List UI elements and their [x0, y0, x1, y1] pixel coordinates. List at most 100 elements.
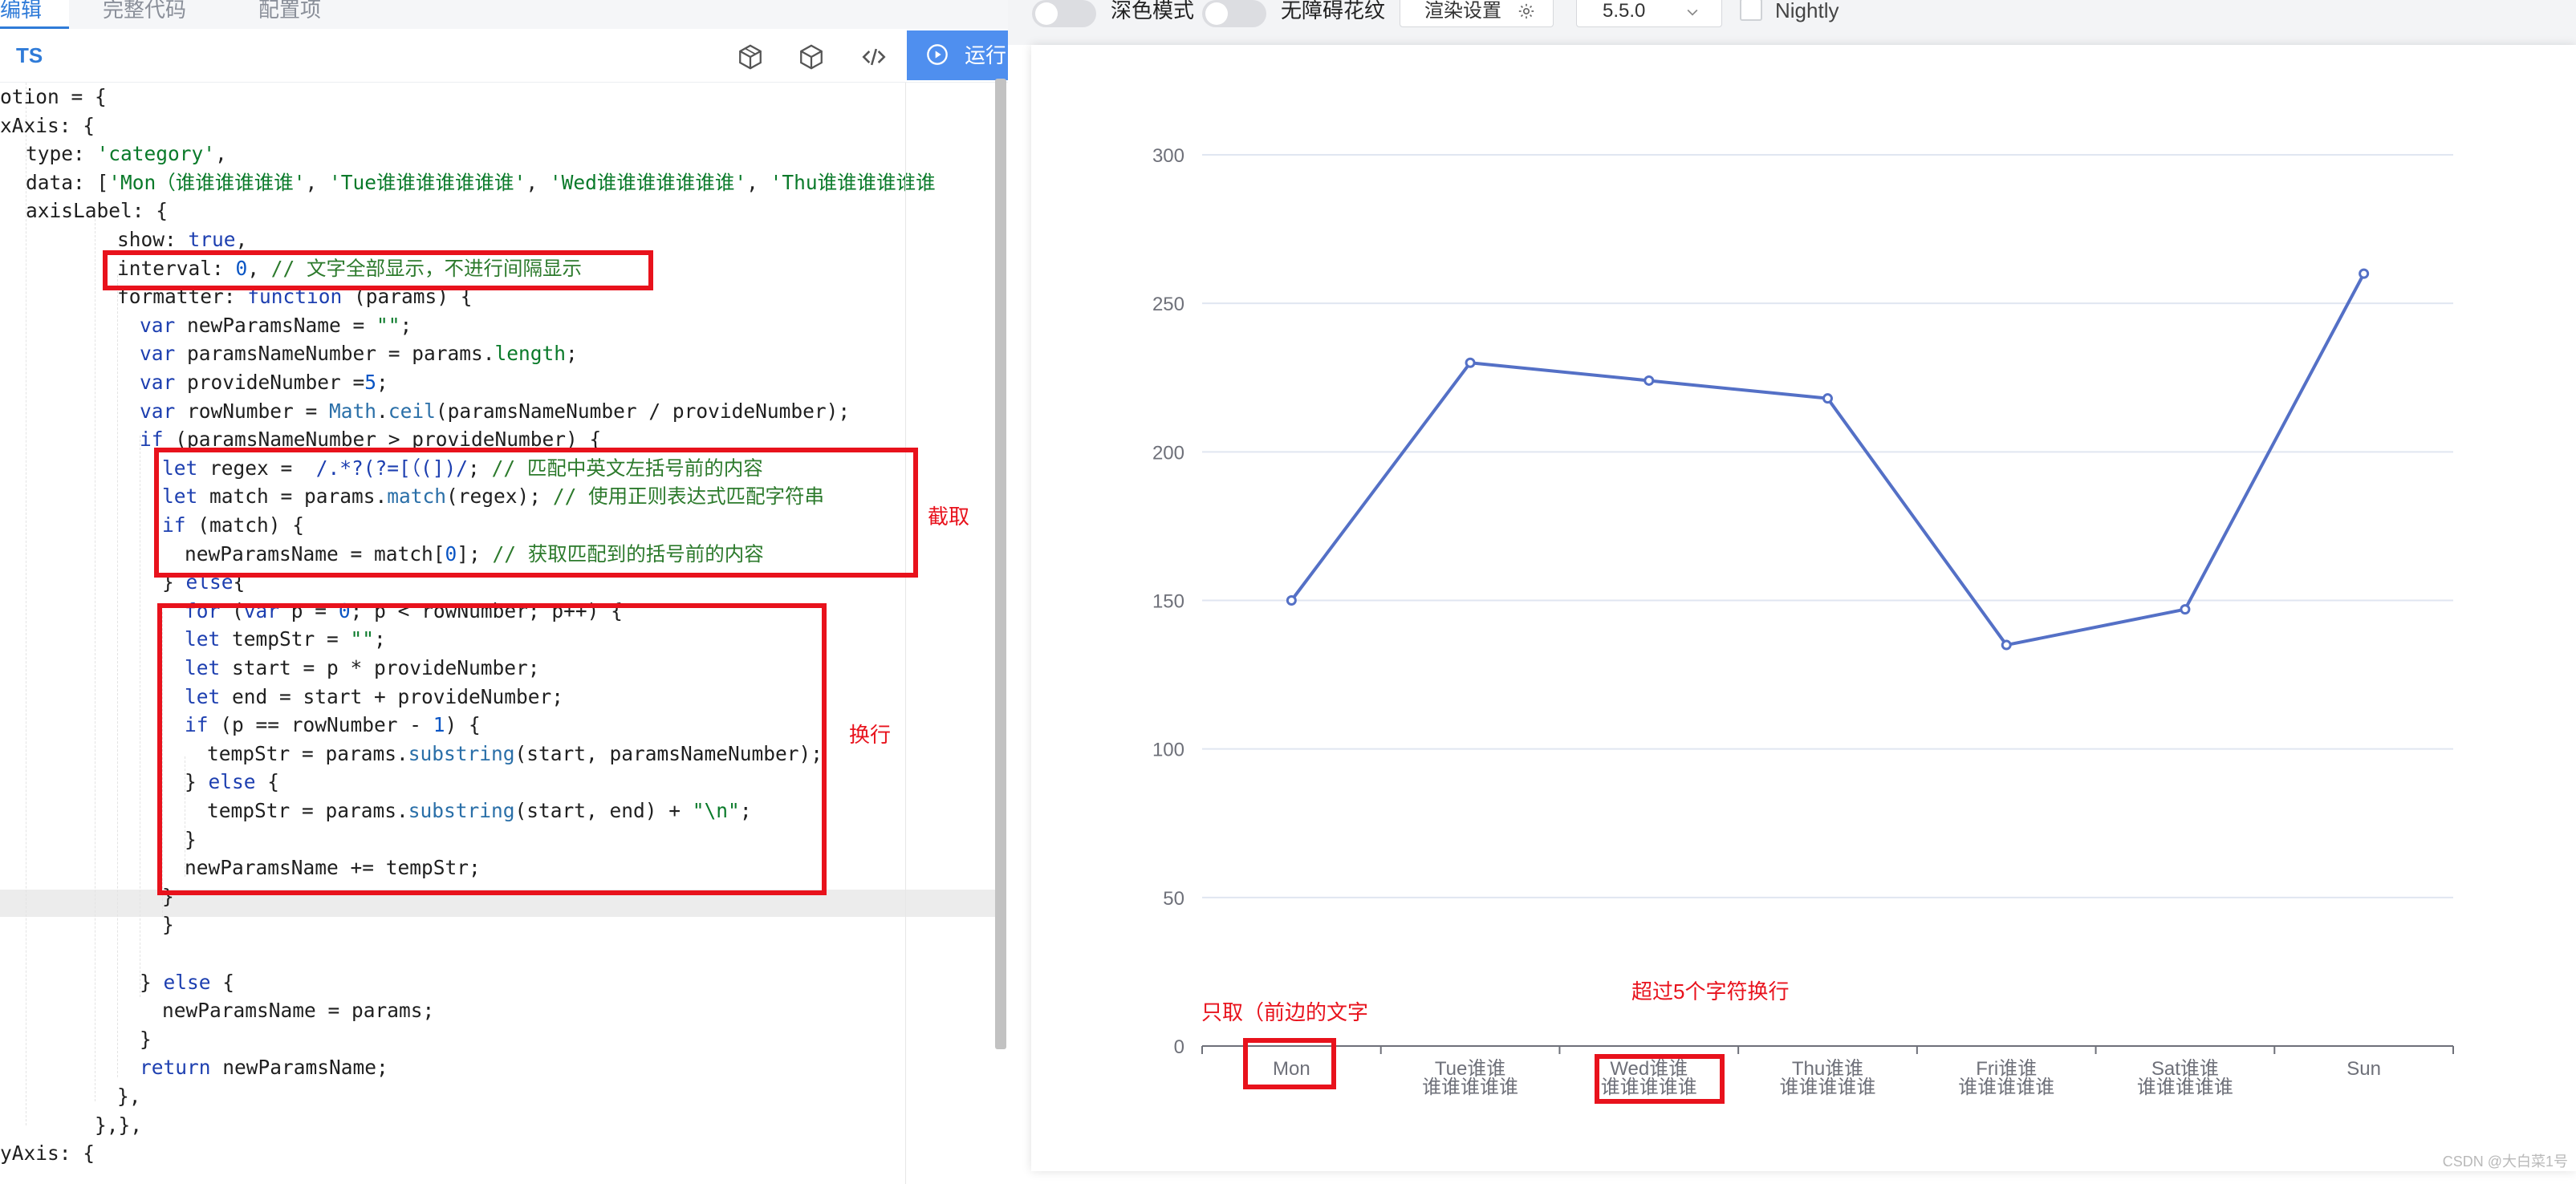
render-settings-label: 渲染设置 — [1424, 0, 1501, 22]
code-token: newParamsName; — [210, 1056, 388, 1080]
code-token: rowNumber = — [175, 399, 330, 423]
editor-tabs: 编辑 完整代码 配置项 — [0, 0, 1008, 29]
x-tick-label: 谁谁谁谁谁 — [1422, 1077, 1518, 1098]
first-label-annotation: 只取（前边的文字 — [1201, 1000, 1369, 1024]
code-token: } — [162, 913, 174, 937]
x-tick-label: 谁谁谁谁谁 — [2137, 1077, 2233, 1098]
code-line: var newParamsName = ""; — [140, 311, 412, 340]
code-token: axisLabel: { — [26, 199, 169, 223]
code-token: , — [526, 170, 550, 194]
code-line: return newParamsName; — [140, 1053, 388, 1082]
code-token: newParamsName = — [175, 313, 377, 337]
no-pattern-toggle[interactable] — [1202, 0, 1266, 27]
tab-config[interactable]: 配置项 — [258, 0, 321, 29]
y-tick-label: 50 — [1163, 888, 1184, 910]
code-token: }, — [117, 1085, 141, 1108]
preview-topbar: 深色模式 无障碍花纹 渲染设置 5.5.0 Nightly — [1008, 0, 2576, 45]
code-token: var — [140, 399, 176, 423]
nightly-checkbox[interactable] — [1740, 0, 1762, 21]
code-token: xAxis: { — [0, 113, 95, 137]
render-settings-button[interactable]: 渲染设置 — [1400, 0, 1554, 27]
code-line: type: 'category', — [26, 140, 227, 168]
tab-edit[interactable]: 编辑 — [0, 0, 69, 29]
toggle-knob — [1205, 2, 1228, 25]
code-icon[interactable] — [860, 43, 888, 71]
code-token: , — [235, 228, 248, 251]
code-token: data: [ — [26, 170, 109, 194]
x-tick-label: Sun — [2346, 1058, 2381, 1080]
cube-outline-icon[interactable] — [737, 43, 764, 71]
code-token: var — [140, 342, 176, 366]
editor-pane: 编辑 完整代码 配置项 TS 运行 otion = {xAxis: {typ… — [0, 0, 1008, 1184]
watermark: CSDN @大白菜1号 — [2442, 1154, 2568, 1170]
chevron-down-icon — [1687, 9, 1698, 16]
extract-highlight-box — [154, 448, 918, 578]
tab-full-code[interactable]: 完整代码 — [103, 0, 186, 29]
y-tick-label: 0 — [1174, 1036, 1184, 1058]
y-tick-label: 100 — [1152, 740, 1184, 761]
cube-icon[interactable] — [798, 43, 825, 71]
code-token: var — [140, 313, 176, 337]
nightly-label: Nightly — [1775, 0, 1839, 22]
wrap-highlight-box — [157, 603, 827, 895]
code-line: }, — [117, 1082, 141, 1111]
editor-scrollbar[interactable] — [995, 79, 1006, 1049]
code-line: } — [162, 910, 174, 939]
code-line: axisLabel: { — [26, 197, 168, 225]
code-token: },}, — [95, 1113, 143, 1137]
code-token: ; — [376, 371, 388, 394]
x-tick-label: 谁谁谁谁谁 — [1958, 1077, 2054, 1098]
data-point — [1644, 375, 1655, 386]
tab-config-label: 配置项 — [258, 0, 322, 22]
series-line — [1290, 273, 2366, 647]
wrap-label-annotation: 超过5个字符换行 — [1631, 979, 1790, 1004]
code-token: { — [210, 970, 235, 994]
y-tick-label: 200 — [1152, 442, 1184, 464]
tab-full-code-label: 完整代码 — [103, 0, 187, 22]
code-token: 'Wed谁谁谁谁谁谁谁' — [549, 170, 747, 194]
code-token: length — [494, 342, 567, 366]
code-line: var provideNumber =5; — [140, 368, 388, 397]
code-token: "" — [376, 313, 400, 337]
no-pattern-label: 无障碍花纹 — [1281, 0, 1386, 22]
code-token: 5 — [364, 371, 377, 394]
wed-label-highlight-box — [1595, 1054, 1725, 1104]
code-token: , — [746, 170, 770, 194]
code-token: } — [140, 970, 164, 994]
code-token: (paramsNameNumber / provideNumber); — [435, 399, 851, 423]
gear-icon — [1518, 3, 1534, 19]
code-token: , — [305, 170, 330, 194]
code-line: otion = { — [0, 83, 107, 112]
run-button[interactable]: 运行 — [907, 30, 1008, 80]
code-line: data: ['Mon（谁谁谁谁谁谁', 'Tue谁谁谁谁谁谁谁', 'Wed谁… — [26, 168, 936, 197]
mon-label-highlight-box — [1243, 1038, 1336, 1089]
dark-mode-toggle[interactable] — [1032, 0, 1096, 27]
code-line: xAxis: { — [0, 112, 95, 140]
code-token: } — [140, 1027, 152, 1051]
editor-toolbar: TS 运行 — [0, 29, 1008, 83]
version-select[interactable]: 5.5.0 — [1576, 0, 1722, 27]
y-tick-label: 300 — [1152, 145, 1184, 167]
y-tick-label: 250 — [1152, 294, 1184, 315]
code-token: ; — [400, 313, 412, 337]
code-token: provideNumber = — [175, 371, 365, 394]
code-token: var — [140, 371, 176, 394]
code-token: 'Thu谁谁谁谁谁谁 — [770, 170, 936, 194]
code-token: show: — [117, 228, 189, 251]
code-line: newParamsName = params; — [162, 996, 434, 1025]
code-token: paramsNameNumber = params. — [175, 342, 495, 366]
code-token: 'Mon（谁谁谁谁谁谁' — [108, 170, 306, 194]
data-point — [1465, 357, 1476, 368]
code-token: 'Tue谁谁谁谁谁谁谁' — [329, 170, 526, 194]
chart-preview[interactable]: 0 50 100 150 200 250 300 Mon Tue谁谁 谁谁谁谁谁 Wed谁谁 谁谁谁谁… — [1031, 45, 2576, 1171]
language-label: TS — [16, 43, 43, 67]
interval-highlight-box — [103, 250, 653, 290]
code-token: otion = { — [0, 85, 107, 108]
code-token: 'category' — [96, 142, 216, 166]
tab-edit-label: 编辑 — [0, 0, 43, 22]
indent-guide — [117, 275, 118, 1077]
code-token: . — [376, 399, 388, 423]
code-token: else — [163, 970, 211, 994]
code-line: var paramsNameNumber = params.length; — [140, 339, 578, 368]
editor-ruler — [905, 83, 906, 1184]
